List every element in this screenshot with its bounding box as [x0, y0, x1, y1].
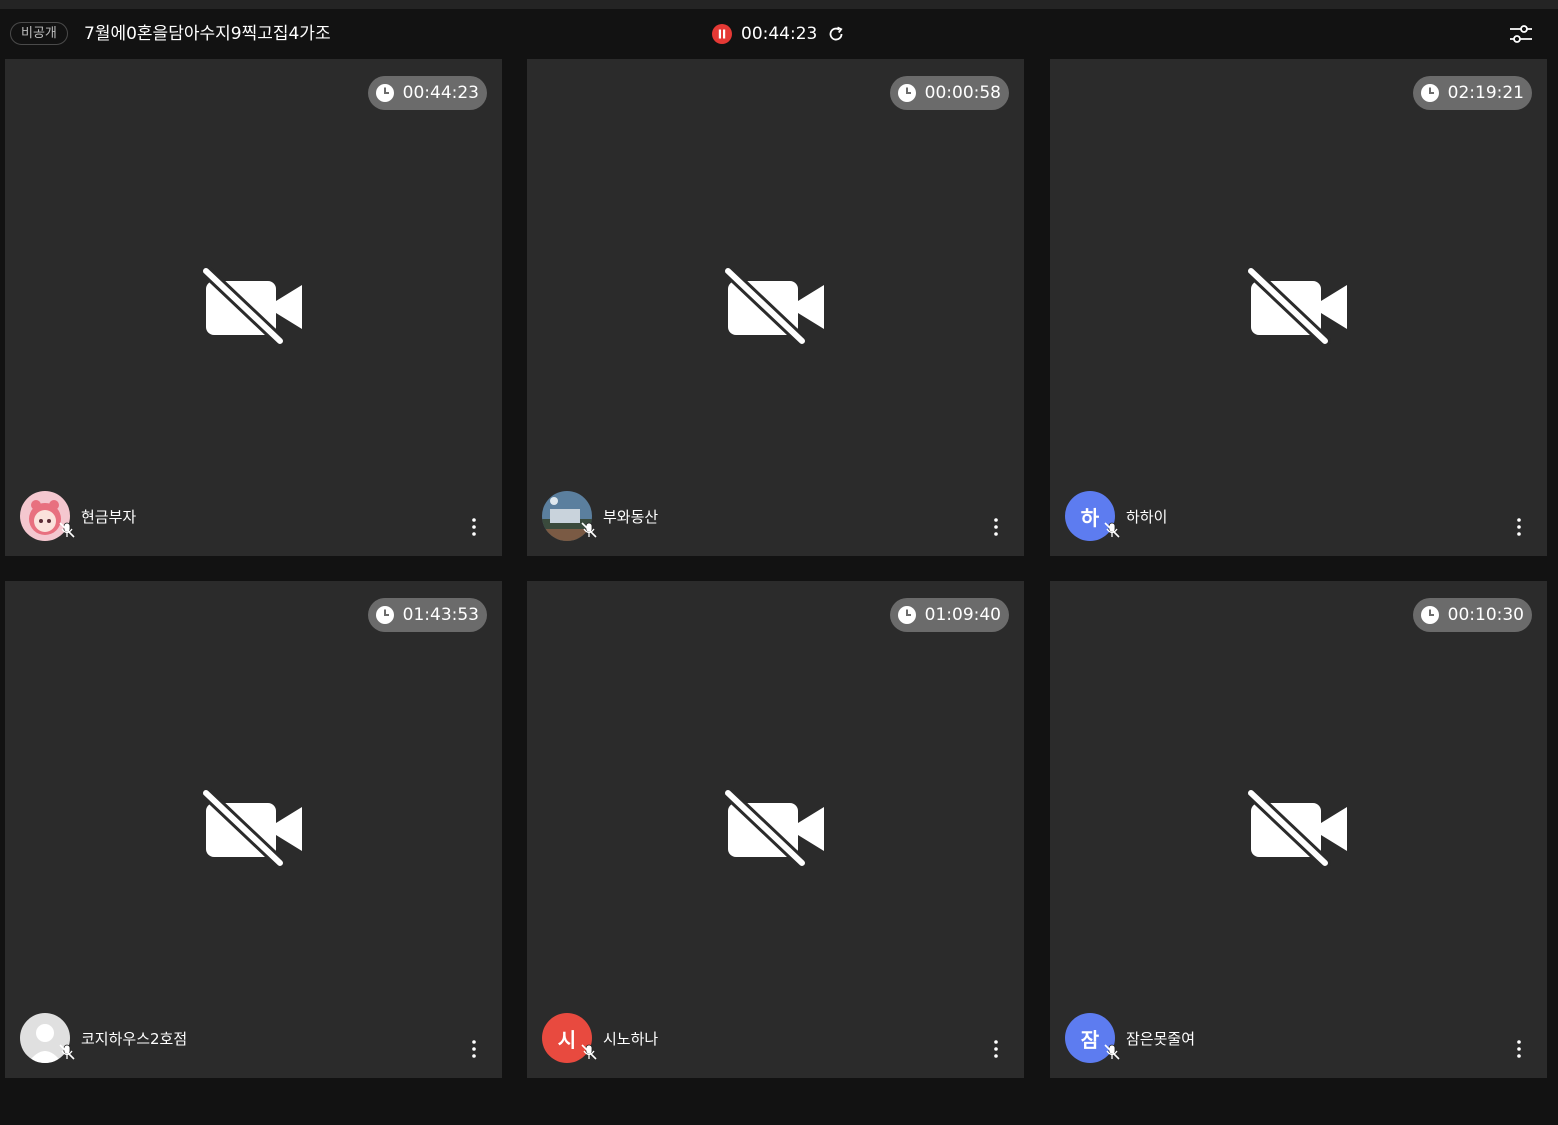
camera-off-icon [202, 789, 302, 869]
more-options-icon[interactable] [466, 516, 482, 538]
timer-text: 01:43:53 [402, 605, 479, 625]
timer-badge: 00:10:30 [1412, 598, 1532, 632]
participant-name: 하하이 [1126, 507, 1168, 526]
clock-icon [897, 84, 916, 102]
participant-name: 잠은못줄여 [1126, 1029, 1196, 1048]
clock-icon [1420, 84, 1439, 102]
participant-tile[interactable]: 02:19:21 하 하하이 [1050, 59, 1547, 556]
mic-off-icon [581, 522, 597, 538]
avatar: 하 [1065, 491, 1120, 541]
timer-badge: 01:43:53 [367, 598, 487, 632]
participant-tile[interactable]: 00:44:23 현금부자 [5, 59, 502, 556]
more-options-icon[interactable] [988, 1038, 1004, 1060]
camera-off-icon [1247, 267, 1347, 347]
mic-off-icon [1104, 1044, 1120, 1060]
avatar [542, 491, 597, 541]
participant-name: 시노하나 [603, 1029, 659, 1048]
timer-badge: 00:00:58 [889, 76, 1009, 110]
timer-text: 00:44:23 [402, 83, 479, 103]
participant-info: 시 시노하나 [542, 1013, 658, 1063]
clock-icon [897, 606, 916, 624]
mic-off-icon [581, 1044, 597, 1060]
mic-off-icon [1104, 522, 1120, 538]
timer-badge: 00:44:23 [367, 76, 487, 110]
participant-name: 코지하우스2호점 [81, 1029, 188, 1048]
participant-tile[interactable]: 00:10:30 잠 잠은못줄여 [1050, 581, 1547, 1078]
mic-off-icon [59, 1044, 75, 1060]
participant-tile[interactable]: 00:00:58 부와동산 [527, 59, 1024, 556]
avatar-initial: 잠 [1080, 1027, 1100, 1052]
avatar-initial: 하 [1080, 505, 1100, 530]
avatar: 시 [542, 1013, 597, 1063]
participant-info: 코지하우스2호점 [20, 1013, 187, 1063]
avatar [20, 491, 75, 541]
timer-badge: 01:09:40 [889, 598, 1009, 632]
avatar: 잠 [1065, 1013, 1120, 1063]
participant-name: 부와동산 [603, 507, 659, 526]
participant-tile[interactable]: 01:43:53 코지하우스2호점 [5, 581, 502, 1078]
clock-icon [375, 606, 394, 624]
more-options-icon[interactable] [988, 516, 1004, 538]
avatar [20, 1013, 75, 1063]
avatar-initial: 시 [557, 1027, 577, 1052]
more-options-icon[interactable] [1511, 516, 1527, 538]
camera-off-icon [724, 267, 824, 347]
participant-info: 하 하하이 [1065, 491, 1167, 541]
participant-grid: 00:44:23 현금부자 00:00:58 부와동산 02:19:21 하 하… [0, 0, 1558, 1125]
timer-text: 00:00:58 [924, 83, 1001, 103]
timer-text: 02:19:21 [1447, 83, 1524, 103]
participant-info: 부와동산 [542, 491, 658, 541]
mic-off-icon [59, 522, 75, 538]
timer-text: 01:09:40 [924, 605, 1001, 625]
more-options-icon[interactable] [466, 1038, 482, 1060]
more-options-icon[interactable] [1511, 1038, 1527, 1060]
timer-badge: 02:19:21 [1412, 76, 1532, 110]
participant-name: 현금부자 [81, 507, 137, 526]
timer-text: 00:10:30 [1447, 605, 1524, 625]
participant-tile[interactable]: 01:09:40 시 시노하나 [527, 581, 1024, 1078]
camera-off-icon [1247, 789, 1347, 869]
camera-off-icon [724, 789, 824, 869]
participant-info: 현금부자 [20, 491, 136, 541]
clock-icon [375, 84, 394, 102]
clock-icon [1420, 606, 1439, 624]
participant-info: 잠 잠은못줄여 [1065, 1013, 1195, 1063]
camera-off-icon [202, 267, 302, 347]
